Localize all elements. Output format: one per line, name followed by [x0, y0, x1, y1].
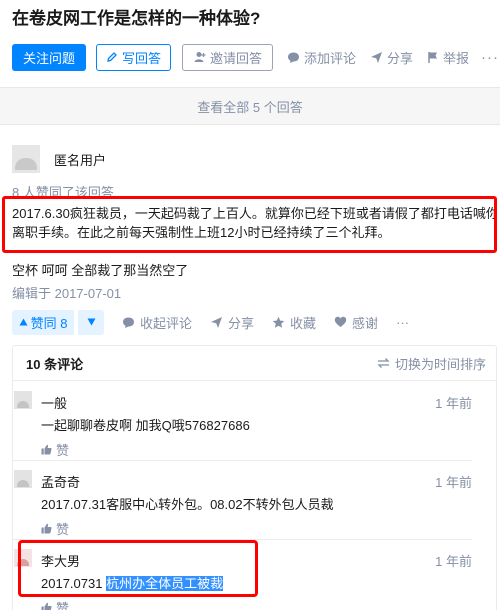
edited-date[interactable]: 编辑于 2017-07-01 — [12, 283, 121, 302]
sort-toggle-label: 切换为时间排序 — [394, 356, 486, 372]
star-icon — [272, 316, 285, 329]
comments-count: 10 条评论 — [26, 356, 84, 372]
downvote-button[interactable] — [78, 309, 104, 335]
more-menu-button[interactable]: ··· — [481, 49, 499, 66]
comment-time: 1 年前 — [435, 554, 472, 569]
collapse-comments-button[interactable]: 收起评论 — [122, 313, 192, 332]
report-link[interactable]: 举报 — [427, 48, 469, 67]
add-comment-link[interactable]: 添加评论 — [287, 48, 356, 67]
sort-toggle-button[interactable]: 切换为时间排序 — [377, 354, 486, 373]
share-answer-button[interactable]: 分享 — [210, 313, 254, 332]
comment-like-button[interactable]: 赞 — [41, 598, 69, 610]
comment-bubble-icon — [122, 316, 135, 329]
write-answer-label: 写回答 — [121, 50, 161, 66]
answer-more-button[interactable]: ··· — [396, 315, 409, 330]
answer-author: 匿名用户 — [12, 145, 106, 173]
thanks-button[interactable]: 感谢 — [334, 313, 378, 332]
add-comment-label: 添加评论 — [304, 50, 357, 66]
report-label: 举报 — [443, 50, 470, 66]
view-all-answers-bar[interactable]: 查看全部 5 个回答 — [0, 87, 500, 125]
thumbs-up-icon — [41, 523, 52, 534]
heart-icon — [334, 316, 347, 328]
comment-item: 一般 1 年前 一起聊聊卷皮啊 加我Q哦576827686 赞 — [14, 391, 472, 458]
comment-text: 2017.07.31客服中心转外包。08.02不转外包人员裁 — [41, 497, 334, 512]
send-icon — [370, 51, 383, 64]
triangle-down-icon — [87, 318, 96, 326]
divider — [13, 460, 472, 461]
like-label: 赞 — [56, 443, 70, 458]
triangle-up-icon — [19, 318, 28, 326]
comment-text: 一起聊聊卷皮啊 加我Q哦576827686 — [41, 418, 250, 433]
comment-like-button[interactable]: 赞 — [41, 519, 69, 538]
like-label: 赞 — [56, 601, 70, 610]
upvote-button[interactable]: 赞同 8 — [12, 309, 74, 335]
swap-arrows-icon — [377, 357, 390, 369]
collapse-comments-label: 收起评论 — [140, 315, 193, 331]
avatar[interactable] — [14, 470, 32, 488]
comment-time: 1 年前 — [435, 396, 472, 411]
thumbs-up-icon — [41, 602, 52, 610]
invite-answer-label: 邀请回答 — [209, 50, 262, 66]
comment-like-button[interactable]: 赞 — [41, 440, 69, 459]
question-title: 在卷皮网工作是怎样的一种体验? — [12, 9, 261, 28]
comment-bubble-icon — [287, 51, 300, 64]
thanks-label: 感谢 — [352, 315, 379, 331]
share-label: 分享 — [387, 50, 414, 66]
collect-button[interactable]: 收藏 — [272, 313, 316, 332]
avatar[interactable] — [12, 145, 40, 173]
invite-answer-button[interactable]: 邀请回答 — [182, 43, 273, 71]
share-answer-label: 分享 — [228, 315, 255, 331]
answer-highlight-box — [2, 196, 497, 253]
pencil-icon — [106, 51, 118, 63]
comment-author[interactable]: 孟奇奇 — [41, 472, 80, 491]
like-label: 赞 — [56, 522, 70, 537]
question-actions: 关注问题 写回答 邀请回答 添加评论 分享 举报 ··· — [12, 43, 499, 71]
add-user-icon — [193, 51, 206, 63]
author-name[interactable]: 匿名用户 — [54, 150, 106, 169]
answer-actions: 赞同 8 收起评论 分享 收藏 感谢 ··· — [12, 309, 409, 335]
send-icon — [210, 316, 223, 329]
share-link[interactable]: 分享 — [370, 48, 413, 67]
comment-author[interactable]: 一般 — [41, 393, 67, 412]
flag-icon — [427, 51, 439, 64]
comment-time: 1 年前 — [435, 475, 472, 490]
avatar[interactable] — [14, 391, 32, 409]
comments-header: 10 条评论 切换为时间排序 — [13, 346, 496, 381]
thumbs-up-icon — [41, 444, 52, 455]
upvote-label: 赞同 8 — [30, 315, 68, 331]
collect-label: 收藏 — [290, 315, 317, 331]
comment-item: 孟奇奇 1 年前 2017.07.31客服中心转外包。08.02不转外包人员裁 … — [14, 470, 472, 537]
follow-question-button[interactable]: 关注问题 — [12, 43, 86, 71]
comment-highlight-box — [18, 540, 258, 597]
answer-paragraph: 空杯 呵呵 全部裁了那当然空了 — [12, 263, 189, 278]
write-answer-button[interactable]: 写回答 — [96, 43, 171, 71]
